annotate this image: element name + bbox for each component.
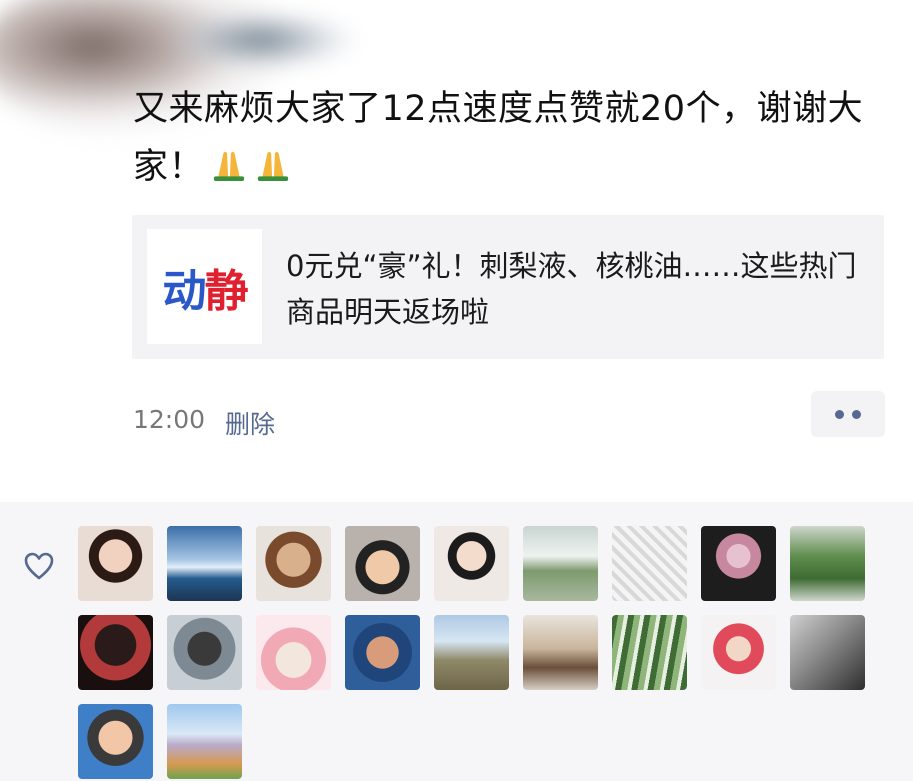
liker-avatar-15[interactable] [523, 615, 598, 690]
liker-avatar-11[interactable] [167, 615, 242, 690]
link-title: 0元兑“豪”礼！刺梨液、核桃油……这些热门商品明天返场啦 [286, 249, 857, 329]
heart-outline-icon [24, 552, 54, 580]
post-time: 12:00 [133, 405, 206, 434]
liker-avatar-3[interactable] [256, 526, 331, 601]
folded-hands-icon [213, 151, 245, 182]
more-options-button[interactable] [811, 391, 885, 437]
liker-avatar-14[interactable] [434, 615, 509, 690]
liker-avatar-20[interactable] [167, 704, 242, 779]
liker-avatar-1[interactable] [78, 526, 153, 601]
liker-avatar-13[interactable] [345, 615, 420, 690]
more-dot-icon [835, 409, 844, 419]
dongjing-logo: 动静 [162, 265, 249, 317]
liker-avatar-4[interactable] [345, 526, 420, 601]
blurred-user-name [160, 10, 360, 70]
liker-avatar-7[interactable] [612, 526, 687, 601]
folded-hands-icon [257, 151, 289, 182]
liker-avatar-17[interactable] [701, 615, 776, 690]
delete-button[interactable]: 删除 [225, 405, 275, 441]
liker-avatar-19[interactable] [78, 704, 153, 779]
liker-avatar-12[interactable] [256, 615, 331, 690]
liker-avatar-6[interactable] [523, 526, 598, 601]
liker-avatar-2[interactable] [167, 526, 242, 601]
liker-avatar-18[interactable] [790, 615, 865, 690]
liker-avatar-5[interactable] [434, 526, 509, 601]
liker-avatar-10[interactable] [78, 615, 153, 690]
liker-avatar-8[interactable] [701, 526, 776, 601]
liker-avatar-9[interactable] [790, 526, 865, 601]
link-thumbnail: 动静 [147, 229, 262, 344]
more-dot-icon [852, 409, 861, 419]
post-content: 又来麻烦大家了12点速度点赞就20个，谢谢大家！ [133, 80, 873, 196]
liker-avatar-16[interactable] [612, 615, 687, 690]
shared-link-card[interactable]: 动静 0元兑“豪”礼！刺梨液、核桃油……这些热门商品明天返场啦 [132, 215, 884, 359]
